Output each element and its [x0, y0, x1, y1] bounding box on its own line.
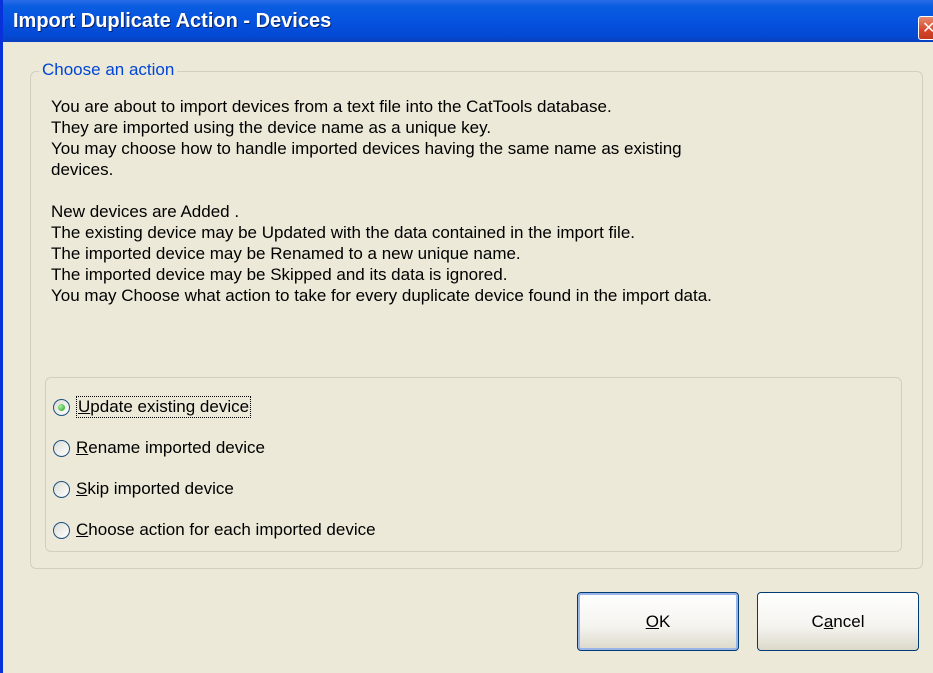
radio-selected-dot — [58, 403, 65, 411]
radio-choose-action[interactable]: Choose action for each imported device — [53, 517, 376, 543]
radio-button[interactable] — [53, 521, 70, 539]
description-line: You may Choose what action to take for e… — [51, 286, 712, 305]
cancel-button[interactable]: Cancel — [757, 592, 919, 651]
ok-label: OK — [645, 611, 671, 631]
radio-skip-imported[interactable]: Skip imported device — [53, 476, 234, 502]
radio-label: Choose action for each imported device — [76, 520, 376, 539]
window-title: Import Duplicate Action - Devices — [13, 10, 332, 32]
description-line: New devices are Added . — [51, 202, 240, 221]
dialog-window: Import Duplicate Action - Devices ✕ Choo… — [0, 0, 933, 673]
close-button[interactable]: ✕ — [918, 16, 933, 40]
radio-label: Update existing device — [76, 396, 252, 418]
description-line: The imported device may be Renamed to a … — [51, 244, 521, 263]
radio-button[interactable] — [53, 480, 70, 498]
description-text: You are about to import devices from a t… — [51, 96, 921, 306]
description-line: They are imported using the device name … — [51, 118, 492, 137]
radio-rename-imported[interactable]: Rename imported device — [53, 435, 265, 461]
radio-label: Rename imported device — [76, 438, 265, 457]
radio-button[interactable] — [53, 398, 70, 416]
description-line: devices. — [51, 160, 114, 179]
ok-button[interactable]: OK — [577, 592, 739, 651]
description-line: The existing device may be Updated with … — [51, 223, 636, 242]
radio-button[interactable] — [53, 439, 70, 457]
group-caption: Choose an action — [39, 60, 178, 80]
title-bar[interactable]: Import Duplicate Action - Devices ✕ — [3, 0, 933, 42]
cancel-label: Cancel — [811, 611, 865, 631]
description-line: You are about to import devices from a t… — [51, 97, 612, 116]
description-line — [51, 180, 921, 201]
close-icon: ✕ — [922, 18, 933, 37]
radio-update-existing[interactable]: Update existing device — [53, 394, 252, 420]
description-line: The imported device may be Skipped and i… — [51, 265, 508, 284]
radio-label: Skip imported device — [76, 479, 234, 498]
description-line: You may choose how to handle imported de… — [51, 139, 682, 158]
